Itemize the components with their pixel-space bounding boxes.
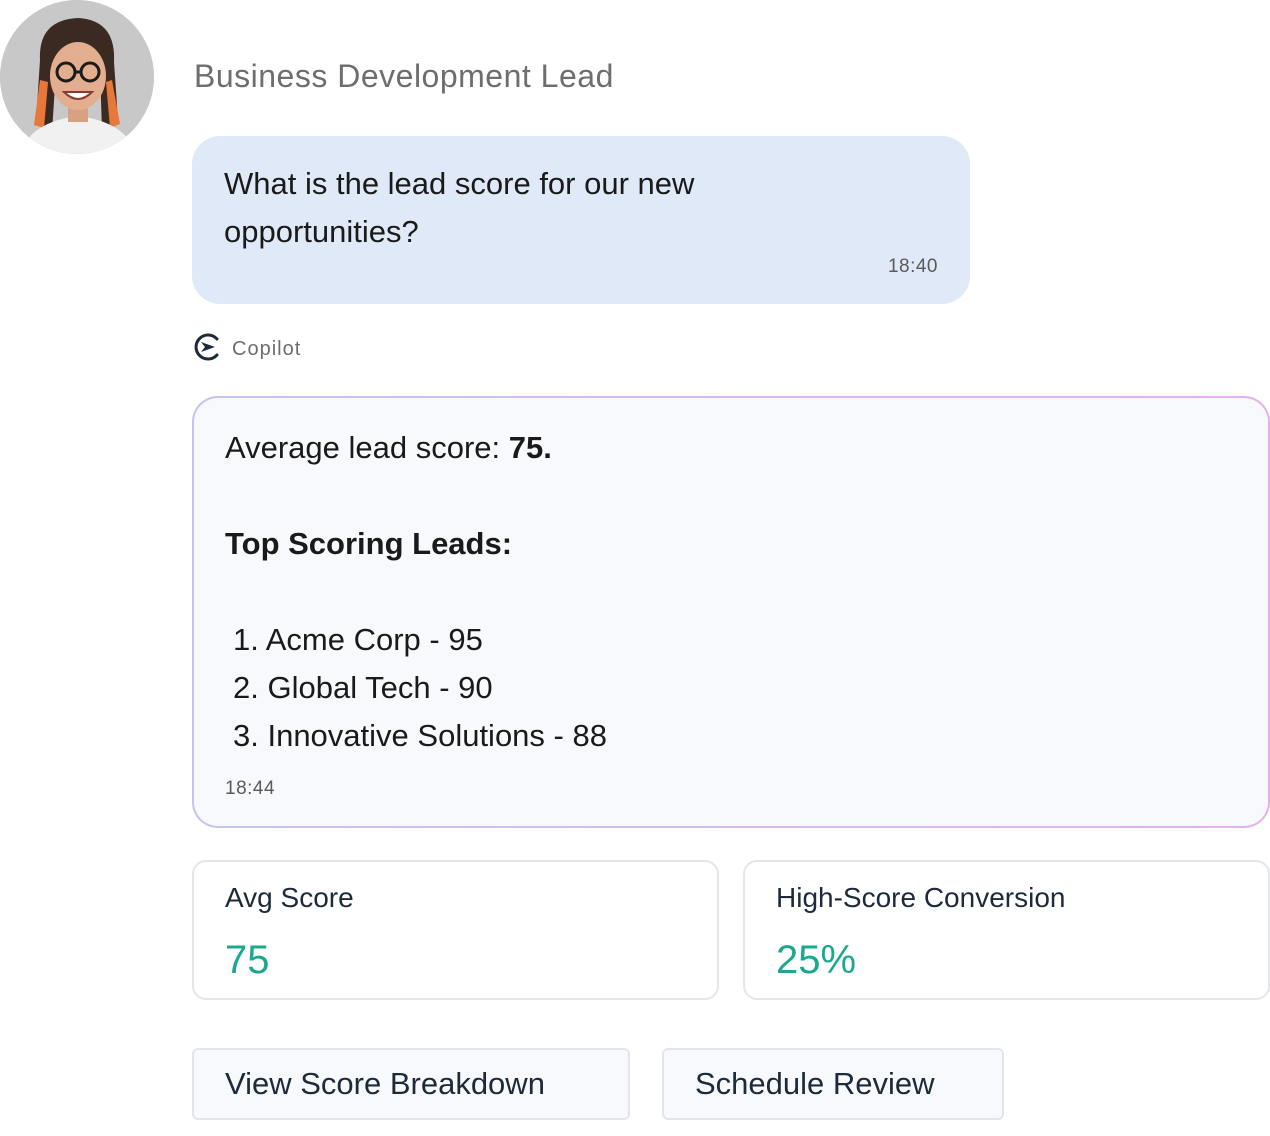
lead-item: 1. Acme Corp - 95: [233, 622, 483, 657]
user-role: Business Development Lead: [194, 58, 614, 94]
metric-label: Avg Score: [225, 882, 354, 913]
user-message-text: What is the lead score for our new oppor…: [224, 166, 695, 249]
metric-value: 75: [225, 938, 270, 982]
assistant-label: Copilot: [192, 332, 302, 367]
metric-label: High-Score Conversion: [776, 882, 1066, 913]
avatar: [0, 0, 154, 154]
average-score-value: 75.: [508, 430, 552, 465]
metric-value: 25%: [776, 938, 857, 982]
view-score-breakdown-button[interactable]: View Score Breakdown: [192, 1048, 630, 1120]
user-message-time: 18:40: [887, 256, 938, 277]
average-score-label: Average lead score:: [225, 430, 509, 465]
copilot-logo-icon: [192, 332, 222, 367]
assistant-message-bubble: Average lead score: 75. Top Scoring Lead…: [192, 396, 1270, 828]
lead-item: 2. Global Tech - 90: [233, 670, 493, 705]
schedule-review-button[interactable]: Schedule Review: [662, 1048, 1004, 1120]
user-message-bubble: What is the lead score for our new oppor…: [192, 136, 970, 304]
assistant-name: Copilot: [232, 337, 302, 360]
user-avatar-illustration: [0, 0, 154, 154]
average-score-line: Average lead score: 75.: [225, 424, 1237, 472]
metric-card-avg-score: Avg Score 75: [192, 860, 719, 1000]
assistant-message-time: 18:44: [225, 778, 276, 799]
top-leads-heading: Top Scoring Leads:: [225, 526, 513, 561]
metric-card-high-score-conversion: High-Score Conversion 25%: [743, 860, 1270, 1000]
lead-item: 3. Innovative Solutions - 88: [233, 718, 607, 753]
